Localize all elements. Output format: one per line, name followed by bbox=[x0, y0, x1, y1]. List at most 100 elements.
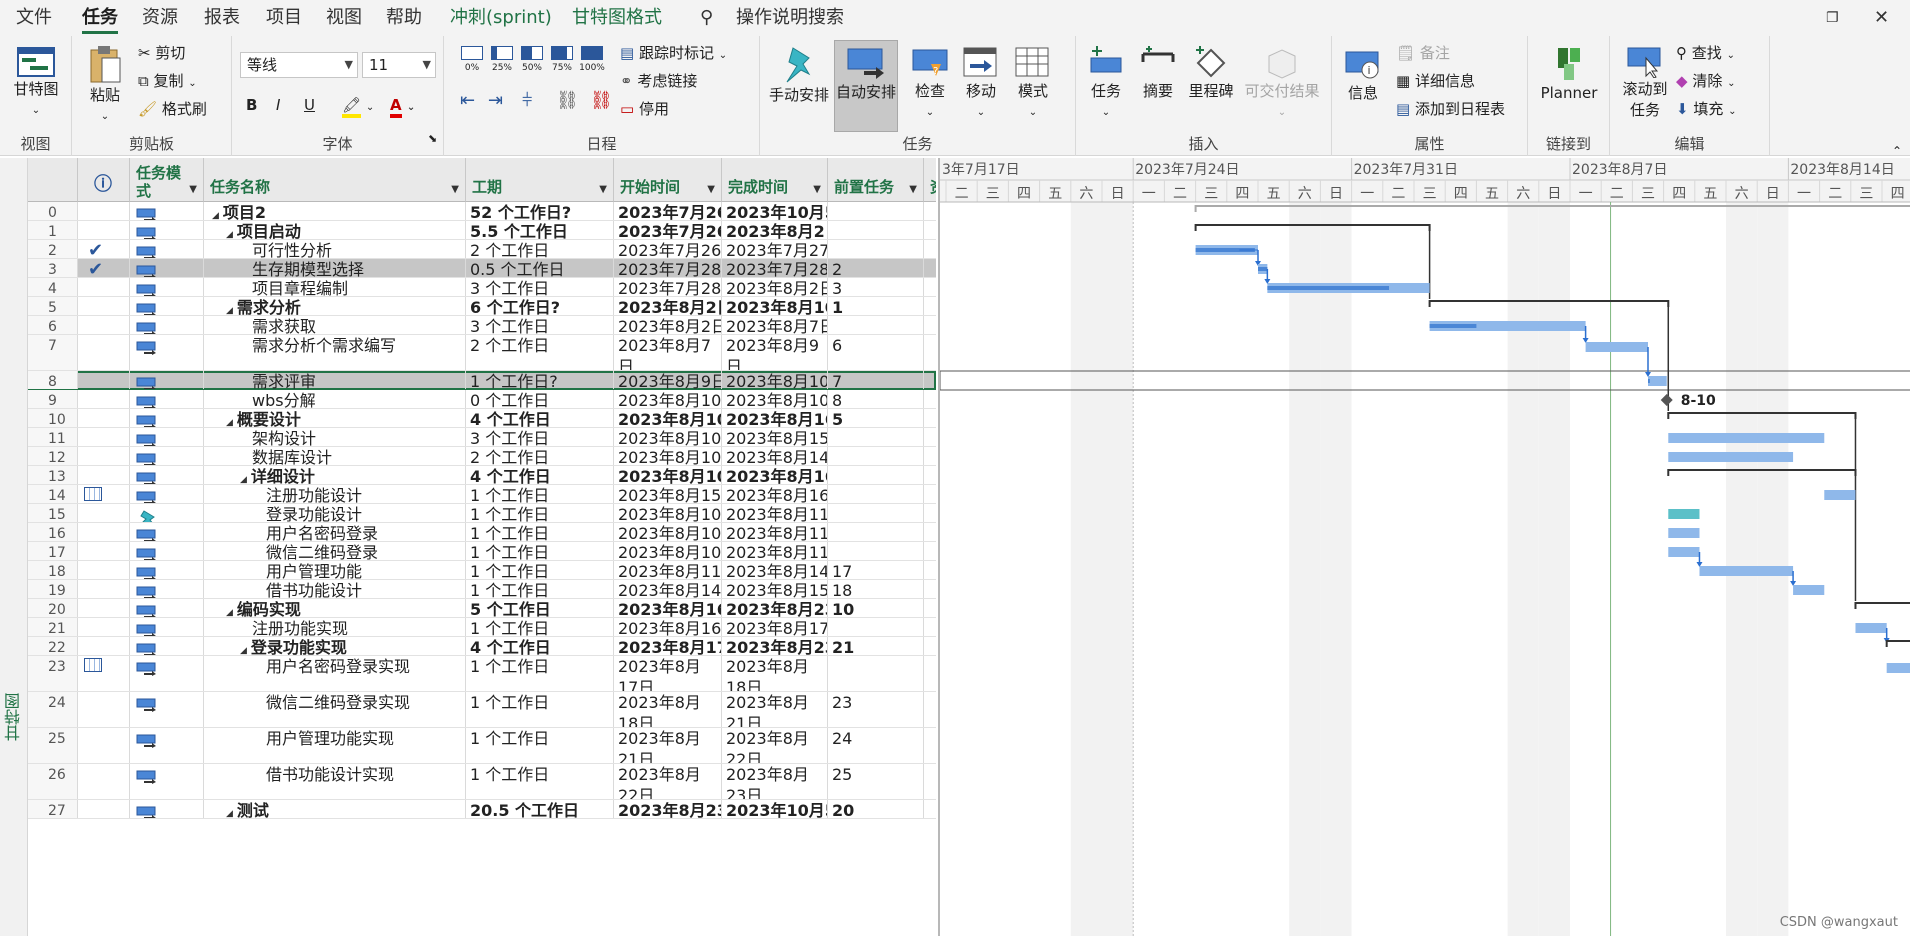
paste-button[interactable]: 粘贴 ⌄ bbox=[82, 44, 128, 123]
gantt-chart-button[interactable]: 甘特图 ⌄ bbox=[8, 46, 64, 117]
task-name-cell[interactable]: wbs分解 bbox=[204, 390, 466, 408]
task-row[interactable]: 7 需求分析个需求编写 2 个工作日 2023年8月7日 2023年8月9日 6 bbox=[28, 335, 936, 371]
resource-cell[interactable] bbox=[924, 764, 936, 799]
task-name-cell[interactable]: 用户名密码登录实现 bbox=[204, 656, 466, 691]
row-number[interactable]: 21 bbox=[28, 618, 78, 636]
row-number[interactable]: 20 bbox=[28, 599, 78, 617]
notes-button[interactable]: 🗒 备注 bbox=[1396, 42, 1450, 64]
finish-cell[interactable]: 2023年8月14 bbox=[722, 447, 828, 465]
row-number[interactable]: 22 bbox=[28, 637, 78, 655]
resource-cell[interactable] bbox=[924, 618, 936, 636]
resource-cell[interactable] bbox=[924, 371, 936, 389]
gantt-canvas[interactable]: 3年7月17日 2023年7月24日 2023年7月31日 2023年8月7日 2023… bbox=[940, 158, 1910, 936]
row-number[interactable]: 10 bbox=[28, 409, 78, 427]
predecessors-cell[interactable]: 21 bbox=[828, 637, 924, 655]
task-mode-cell[interactable] bbox=[130, 764, 204, 799]
header-task-name[interactable]: 任务名称 ▼ bbox=[204, 158, 466, 202]
collapse-triangle-icon[interactable]: ◢ bbox=[226, 608, 233, 617]
task-mode-cell[interactable] bbox=[130, 692, 204, 727]
task-mode-cell[interactable] bbox=[130, 447, 204, 465]
clear-button[interactable]: ◆ 清除 ⌄ bbox=[1676, 70, 1736, 92]
task-row[interactable]: 20◢编码实现5 个工作日2023年8月16日2023年8月23日10 bbox=[28, 599, 936, 618]
outdent-icon[interactable]: ⇤ bbox=[460, 90, 475, 112]
mode-button[interactable]: 模式 ⌄ bbox=[1010, 44, 1056, 119]
predecessors-cell[interactable]: 7 bbox=[828, 371, 924, 389]
resource-cell[interactable] bbox=[924, 580, 936, 598]
duration-cell[interactable]: 1 个工作日 bbox=[466, 618, 614, 636]
task-name-cell[interactable]: 需求评审 bbox=[204, 371, 466, 389]
menu-file[interactable]: 文件 bbox=[16, 6, 52, 30]
menu-help[interactable]: 帮助 bbox=[386, 6, 422, 30]
finish-cell[interactable]: 2023年8月17 bbox=[722, 618, 828, 636]
collapse-triangle-icon[interactable]: ◢ bbox=[240, 475, 247, 484]
task-name-cell[interactable]: ◢ 测试 bbox=[204, 800, 466, 818]
task-row[interactable]: 17 微信二维码登录 1 个工作日 2023年8月10 2023年8月11 bbox=[28, 542, 936, 561]
resource-cell[interactable] bbox=[924, 728, 936, 763]
duration-cell[interactable]: 2 个工作日 bbox=[466, 240, 614, 258]
duration-cell[interactable]: 1 个工作日 bbox=[466, 542, 614, 560]
link-tasks-icon[interactable]: ⛓ bbox=[556, 90, 579, 112]
resource-cell[interactable] bbox=[924, 259, 936, 277]
start-cell[interactable]: 2023年8月21日 bbox=[614, 728, 722, 763]
predecessors-cell[interactable] bbox=[828, 221, 924, 239]
duration-cell[interactable]: 3 个工作日 bbox=[466, 316, 614, 334]
row-number[interactable]: 2 bbox=[28, 240, 78, 258]
collapse-triangle-icon[interactable]: ◢ bbox=[212, 211, 219, 220]
task-row[interactable]: 0◢项目252 个工作日?2023年7月26日2023年10月5日 bbox=[28, 202, 936, 221]
task-name-cell[interactable]: 用户管理功能实现 bbox=[204, 728, 466, 763]
inactivate-button[interactable]: ▭ 停用 bbox=[620, 98, 669, 120]
task-row[interactable]: 6 需求获取 3 个工作日 2023年8月2日 2023年8月7日 bbox=[28, 316, 936, 335]
task-name-cell[interactable]: ◢ 项目启动 bbox=[204, 221, 466, 239]
resource-cell[interactable] bbox=[924, 240, 936, 258]
task-mode-cell[interactable] bbox=[130, 466, 204, 484]
header-indicators[interactable]: ⓘ bbox=[78, 158, 130, 202]
task-mode-cell[interactable] bbox=[130, 728, 204, 763]
task-mode-cell[interactable] bbox=[130, 390, 204, 408]
task-row[interactable]: 1◢项目启动5.5 个工作日2023年7月26日2023年8月2日 bbox=[28, 221, 936, 240]
task-name-cell[interactable]: 需求获取 bbox=[204, 316, 466, 334]
font-size-select[interactable]: 11 ▼ bbox=[362, 52, 436, 78]
menu-resource[interactable]: 资源 bbox=[142, 6, 178, 30]
finish-cell[interactable]: 2023年8月9日 bbox=[722, 335, 828, 370]
percent-complete-75-button[interactable]: 75% bbox=[548, 42, 576, 82]
resource-cell[interactable] bbox=[924, 316, 936, 334]
row-number[interactable]: 3 bbox=[28, 259, 78, 277]
header-duration[interactable]: 工期 ▼ bbox=[466, 158, 614, 202]
row-number[interactable]: 24 bbox=[28, 692, 78, 727]
percent-complete-25-button[interactable]: 25% bbox=[488, 42, 516, 82]
font-name-select[interactable]: 等线 ▼ bbox=[240, 52, 358, 78]
task-name-cell[interactable]: 借书功能设计实现 bbox=[204, 764, 466, 799]
predecessors-cell[interactable] bbox=[828, 485, 924, 503]
duration-cell[interactable]: 1 个工作日 bbox=[466, 504, 614, 522]
duration-cell[interactable]: 4 个工作日 bbox=[466, 637, 614, 655]
start-cell[interactable]: 2023年8月16 bbox=[614, 618, 722, 636]
resource-cell[interactable] bbox=[924, 202, 936, 220]
duration-cell[interactable]: 0.5 个工作日 bbox=[466, 259, 614, 277]
task-name-cell[interactable]: ◢ 编码实现 bbox=[204, 599, 466, 617]
task-mode-cell[interactable] bbox=[130, 800, 204, 818]
task-row[interactable]: 8 需求评审 1 个工作日? 2023年8月9日 2023年8月10 7 bbox=[28, 371, 936, 390]
collapse-triangle-icon[interactable]: ◢ bbox=[226, 306, 233, 315]
finish-cell[interactable]: 2023年8月15 bbox=[722, 428, 828, 446]
scroll-to-task-button[interactable]: 滚动到 任务 bbox=[1618, 44, 1672, 120]
finish-cell[interactable]: 2023年8月10 bbox=[722, 390, 828, 408]
duration-cell[interactable]: 1 个工作日 bbox=[466, 580, 614, 598]
unlink-tasks-icon[interactable]: ⛓ bbox=[590, 90, 613, 112]
finish-cell[interactable]: 2023年8月23日 bbox=[722, 637, 828, 655]
row-number[interactable]: 11 bbox=[28, 428, 78, 446]
finish-cell[interactable]: 2023年8月16日 bbox=[722, 409, 828, 427]
finish-cell[interactable]: 2023年8月7日 bbox=[722, 316, 828, 334]
task-row[interactable]: 18 用户管理功能 1 个工作日 2023年8月11 2023年8月14 17 bbox=[28, 561, 936, 580]
task-mode-cell[interactable] bbox=[130, 561, 204, 579]
deliverable-button[interactable]: 可交付结果 ⌄ bbox=[1240, 44, 1324, 119]
highlight-color-button[interactable]: 🖍 ⌄ bbox=[342, 94, 374, 118]
task-name-cell[interactable]: ◢ 项目2 bbox=[204, 202, 466, 220]
finish-cell[interactable]: 2023年8月2日 bbox=[722, 221, 828, 239]
finish-cell[interactable]: 2023年8月15 bbox=[722, 580, 828, 598]
row-number[interactable]: 4 bbox=[28, 278, 78, 296]
header-predecessors[interactable]: 前置任务 ▼ bbox=[828, 158, 924, 202]
header-finish[interactable]: 完成时间 ▼ bbox=[722, 158, 828, 202]
start-cell[interactable]: 2023年8月23日 bbox=[614, 800, 722, 818]
duration-cell[interactable]: 1 个工作日 bbox=[466, 656, 614, 691]
task-name-cell[interactable]: 项目章程编制 bbox=[204, 278, 466, 296]
